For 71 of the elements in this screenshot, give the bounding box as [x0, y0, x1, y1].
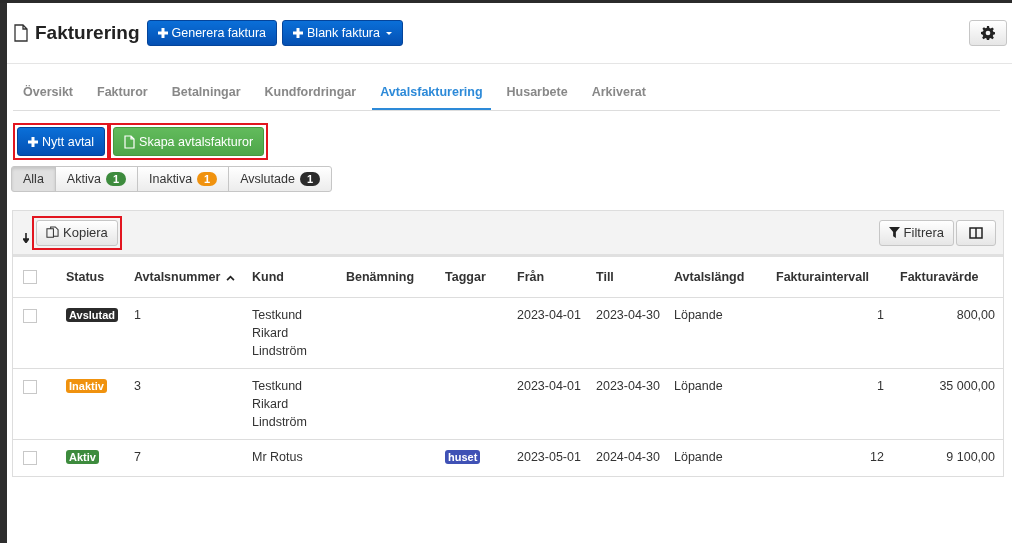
nav-tab[interactable]: Betalningar: [163, 74, 249, 110]
column-header[interactable]: Fakturavärde: [900, 270, 979, 284]
status-label: Aktiv: [66, 450, 99, 464]
filter-button[interactable]: Inaktiva 1: [137, 166, 230, 192]
row-checkbox[interactable]: [23, 450, 37, 465]
column-header[interactable]: Avtalsnummer: [134, 270, 221, 284]
filter-button[interactable]: Alla: [11, 166, 56, 192]
action-button[interactable]: Nytt avtal: [17, 127, 106, 156]
page-title: Fakturering: [35, 22, 140, 44]
column-header[interactable]: Kund: [252, 270, 284, 284]
table-cell: 12: [870, 450, 884, 464]
column-header[interactable]: Status: [66, 270, 105, 284]
document-icon: [14, 24, 28, 42]
nav-tab[interactable]: Avtalsfakturering: [372, 74, 491, 110]
table-cell: 7: [134, 450, 141, 464]
count-badge: 1: [197, 172, 218, 186]
header-button[interactable]: Generera faktura: [146, 20, 278, 46]
settings-button[interactable]: [969, 20, 1007, 46]
filter-button[interactable]: Aktiva 1: [54, 166, 138, 192]
table-cell: 2023-04-30: [596, 379, 660, 393]
table-cell: Testkund Rikard Lindström: [252, 379, 307, 429]
row-checkbox[interactable]: [23, 379, 37, 394]
nav-tab[interactable]: Husarbete: [498, 74, 576, 110]
table-cell: 2023-04-01: [517, 379, 581, 393]
status-label: Avslutad: [66, 308, 119, 322]
tag-label: huset: [445, 450, 481, 464]
table-cell: 35 000,00: [939, 379, 995, 393]
table-cell: 1: [134, 308, 141, 322]
select-all-checkbox[interactable]: [23, 270, 37, 285]
row-checkbox[interactable]: [23, 308, 37, 323]
filter-button[interactable]: Avslutade 1: [228, 166, 333, 192]
column-header[interactable]: Till: [596, 270, 614, 284]
table-cell: Löpande: [674, 450, 723, 464]
table-cell: 1: [877, 308, 884, 322]
header-button[interactable]: Blank faktura: [282, 20, 403, 46]
funnel-icon: [888, 227, 900, 238]
table-cell: Löpande: [674, 379, 723, 393]
table-cell: 2023-05-01: [517, 450, 581, 464]
plus-icon: [293, 28, 304, 38]
count-badge: 1: [105, 172, 126, 186]
count-badge: 1: [299, 172, 321, 186]
table-cell: Testkund Rikard Lindström: [252, 308, 307, 358]
column-header[interactable]: Avtalslängd: [674, 270, 745, 284]
columns-icon: [969, 226, 983, 239]
table-cell: 9 100,00: [946, 450, 995, 464]
column-header[interactable]: Taggar: [445, 270, 486, 284]
nav-tab[interactable]: Arkiverat: [583, 74, 654, 110]
sort-arrow-icon: [23, 232, 29, 243]
table-cell: 2023-04-30: [596, 308, 660, 322]
copy-button[interactable]: Kopiera: [36, 219, 118, 246]
filter-button[interactable]: Filtrera: [878, 219, 954, 246]
table-cell: 2023-04-01: [517, 308, 581, 322]
table-cell: 1: [877, 379, 884, 393]
column-header[interactable]: Fakturaintervall: [776, 270, 870, 284]
document-icon: [124, 134, 136, 149]
nav-tab[interactable]: Översikt: [15, 74, 82, 110]
table-cell: 3: [134, 379, 141, 393]
column-header[interactable]: Från: [517, 270, 545, 284]
plus-icon: [28, 136, 38, 147]
table-cell: Mr Rotus: [252, 450, 303, 464]
plus-icon: [157, 28, 168, 38]
table-cell: Löpande: [674, 308, 723, 322]
settings-icon: [981, 26, 995, 40]
table-cell: 2024-04-30: [596, 450, 660, 464]
table-cell: 800,00: [956, 308, 995, 322]
nav-tab[interactable]: Kundfordringar: [256, 74, 365, 110]
nav-tab[interactable]: Fakturor: [89, 74, 156, 110]
status-label: Inaktiv: [66, 379, 107, 393]
columns-button[interactable]: [956, 219, 996, 246]
copy-icon: [46, 226, 59, 239]
column-header[interactable]: Benämning: [346, 270, 415, 284]
